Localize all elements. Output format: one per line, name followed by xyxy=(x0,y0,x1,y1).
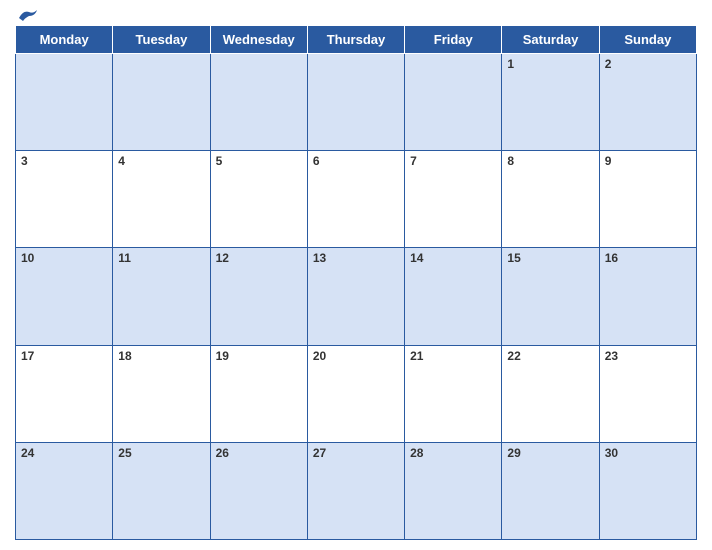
calendar-header-row: MondayTuesdayWednesdayThursdayFridaySatu… xyxy=(16,26,697,54)
calendar-header xyxy=(15,10,697,20)
date-number: 15 xyxy=(507,251,593,265)
calendar-cell xyxy=(210,54,307,151)
calendar-week-row: 17 18 19 20 21 22 23 xyxy=(16,345,697,442)
date-number: 30 xyxy=(605,446,691,460)
calendar-cell: 9 xyxy=(599,151,696,248)
date-number: 7 xyxy=(410,154,496,168)
date-number: 5 xyxy=(216,154,302,168)
date-number: 23 xyxy=(605,349,691,363)
calendar-table: MondayTuesdayWednesdayThursdayFridaySatu… xyxy=(15,25,697,540)
calendar-cell xyxy=(113,54,210,151)
date-number: 19 xyxy=(216,349,302,363)
date-number: 3 xyxy=(21,154,107,168)
date-number: 18 xyxy=(118,349,204,363)
calendar-cell: 26 xyxy=(210,442,307,539)
calendar-cell: 17 xyxy=(16,345,113,442)
date-number: 20 xyxy=(313,349,399,363)
calendar-cell: 19 xyxy=(210,345,307,442)
calendar-cell: 4 xyxy=(113,151,210,248)
calendar-cell: 16 xyxy=(599,248,696,345)
calendar-cell: 28 xyxy=(405,442,502,539)
date-number: 29 xyxy=(507,446,593,460)
calendar-week-row: 12 xyxy=(16,54,697,151)
date-number: 16 xyxy=(605,251,691,265)
calendar-week-row: 3456789 xyxy=(16,151,697,248)
calendar-cell xyxy=(405,54,502,151)
date-number: 9 xyxy=(605,154,691,168)
calendar-cell: 22 xyxy=(502,345,599,442)
calendar-cell xyxy=(16,54,113,151)
date-number: 21 xyxy=(410,349,496,363)
day-header-tuesday: Tuesday xyxy=(113,26,210,54)
date-number: 1 xyxy=(507,57,593,71)
calendar-cell: 1 xyxy=(502,54,599,151)
date-number: 13 xyxy=(313,251,399,265)
calendar-cell: 14 xyxy=(405,248,502,345)
calendar-cell: 6 xyxy=(307,151,404,248)
calendar-cell: 7 xyxy=(405,151,502,248)
calendar-cell: 5 xyxy=(210,151,307,248)
date-number: 22 xyxy=(507,349,593,363)
day-header-wednesday: Wednesday xyxy=(210,26,307,54)
date-number: 27 xyxy=(313,446,399,460)
calendar-cell: 30 xyxy=(599,442,696,539)
date-number: 28 xyxy=(410,446,496,460)
calendar-cell: 23 xyxy=(599,345,696,442)
calendar-cell: 29 xyxy=(502,442,599,539)
day-header-sunday: Sunday xyxy=(599,26,696,54)
calendar-cell: 8 xyxy=(502,151,599,248)
date-number: 4 xyxy=(118,154,204,168)
calendar-cell: 20 xyxy=(307,345,404,442)
day-header-saturday: Saturday xyxy=(502,26,599,54)
calendar-cell: 2 xyxy=(599,54,696,151)
date-number: 2 xyxy=(605,57,691,71)
calendar-week-row: 24 25 26 27 28 29 30 xyxy=(16,442,697,539)
date-number: 17 xyxy=(21,349,107,363)
calendar-cell: 13 xyxy=(307,248,404,345)
calendar-cell: 24 xyxy=(16,442,113,539)
calendar-cell: 15 xyxy=(502,248,599,345)
calendar-cell: 3 xyxy=(16,151,113,248)
calendar-week-row: 10 11 12 13 14 15 16 xyxy=(16,248,697,345)
date-number: 25 xyxy=(118,446,204,460)
date-number: 6 xyxy=(313,154,399,168)
calendar-cell xyxy=(307,54,404,151)
calendar-cell: 11 xyxy=(113,248,210,345)
date-number: 8 xyxy=(507,154,593,168)
date-number: 12 xyxy=(216,251,302,265)
calendar-cell: 12 xyxy=(210,248,307,345)
date-number: 14 xyxy=(410,251,496,265)
date-number: 11 xyxy=(118,251,204,265)
date-number: 24 xyxy=(21,446,107,460)
day-header-friday: Friday xyxy=(405,26,502,54)
calendar-cell: 18 xyxy=(113,345,210,442)
day-header-monday: Monday xyxy=(16,26,113,54)
date-number: 26 xyxy=(216,446,302,460)
day-header-thursday: Thursday xyxy=(307,26,404,54)
date-number: 10 xyxy=(21,251,107,265)
calendar-cell: 25 xyxy=(113,442,210,539)
generalblue-logo xyxy=(15,8,39,22)
calendar-cell: 10 xyxy=(16,248,113,345)
logo-bird-icon xyxy=(17,8,39,22)
calendar-cell: 27 xyxy=(307,442,404,539)
calendar-cell: 21 xyxy=(405,345,502,442)
